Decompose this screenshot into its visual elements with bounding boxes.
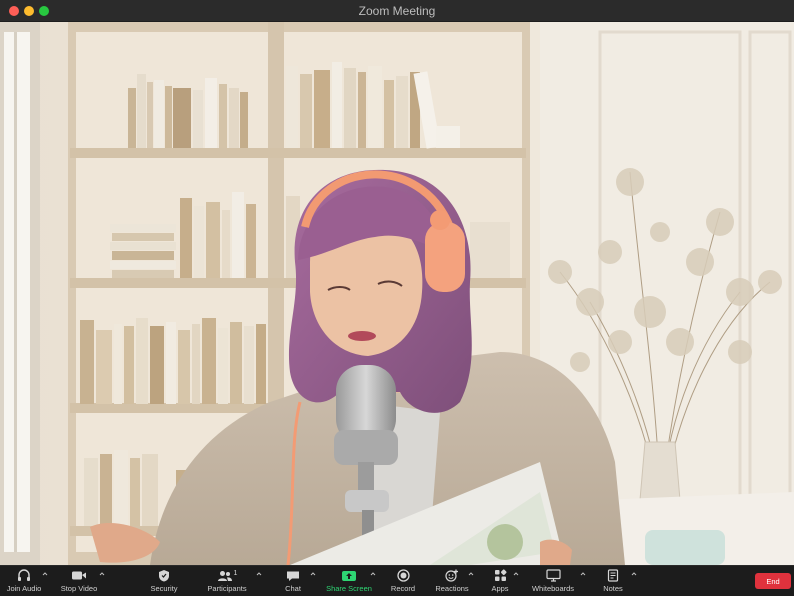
join-audio-options-caret[interactable] — [42, 571, 48, 577]
chat-label: Chat — [285, 584, 301, 593]
participant-video[interactable] — [0, 22, 794, 565]
video-camera-icon — [71, 568, 87, 583]
chat-button[interactable]: Chat — [280, 568, 306, 596]
apps-label: Apps — [491, 584, 509, 593]
end-meeting-button[interactable]: End — [755, 573, 791, 589]
participants-count: 1 — [233, 570, 238, 577]
participants-button[interactable]: 1 Participants — [204, 568, 250, 596]
share-screen-icon — [341, 568, 357, 583]
whiteboards-label: Whiteboards — [531, 584, 575, 593]
headphones-icon — [17, 568, 31, 583]
reactions-label: Reactions — [435, 584, 469, 593]
security-button[interactable]: Security — [146, 568, 182, 596]
share-screen-label: Share Screen — [326, 584, 372, 593]
whiteboards-button[interactable]: Whiteboards — [528, 568, 578, 596]
stop-video-label: Stop Video — [60, 584, 98, 593]
whiteboard-icon — [545, 568, 561, 583]
apps-options-caret[interactable] — [513, 571, 519, 577]
meeting-toolbar: Join Audio Stop Video Security 1 Partici… — [0, 565, 794, 596]
participants-label: Participants — [207, 584, 247, 593]
notes-options-caret[interactable] — [631, 571, 637, 577]
shield-icon — [158, 568, 170, 583]
participants-options-caret[interactable] — [256, 571, 262, 577]
whiteboards-options-caret[interactable] — [580, 571, 586, 577]
reactions-button[interactable]: Reactions — [434, 568, 470, 596]
join-audio-button[interactable]: Join Audio — [6, 568, 42, 596]
share-screen-button[interactable]: Share Screen — [326, 568, 372, 596]
notes-icon — [607, 568, 619, 583]
chat-bubble-icon — [286, 568, 300, 583]
notes-label: Notes — [603, 584, 623, 593]
share-screen-options-caret[interactable] — [370, 571, 376, 577]
apps-grid-icon — [494, 568, 507, 583]
stop-video-options-caret[interactable] — [99, 571, 105, 577]
join-audio-label: Join Audio — [6, 584, 42, 593]
window-title: Zoom Meeting — [358, 4, 436, 18]
chat-options-caret[interactable] — [310, 571, 316, 577]
title-bar: Zoom Meeting — [0, 0, 794, 22]
record-icon — [396, 568, 410, 583]
security-label: Security — [150, 584, 178, 593]
apps-button[interactable]: Apps — [488, 568, 512, 596]
stop-video-button[interactable]: Stop Video — [58, 568, 100, 596]
emoji-plus-icon — [445, 568, 459, 583]
video-frame — [0, 22, 794, 565]
reactions-options-caret[interactable] — [468, 571, 474, 577]
zoom-window: Zoom Meeting Join Audio Stop Video Secur… — [0, 0, 794, 596]
notes-button[interactable]: Notes — [600, 568, 626, 596]
people-icon: 1 — [217, 568, 238, 583]
record-button[interactable]: Record — [388, 568, 418, 596]
record-label: Record — [390, 584, 416, 593]
